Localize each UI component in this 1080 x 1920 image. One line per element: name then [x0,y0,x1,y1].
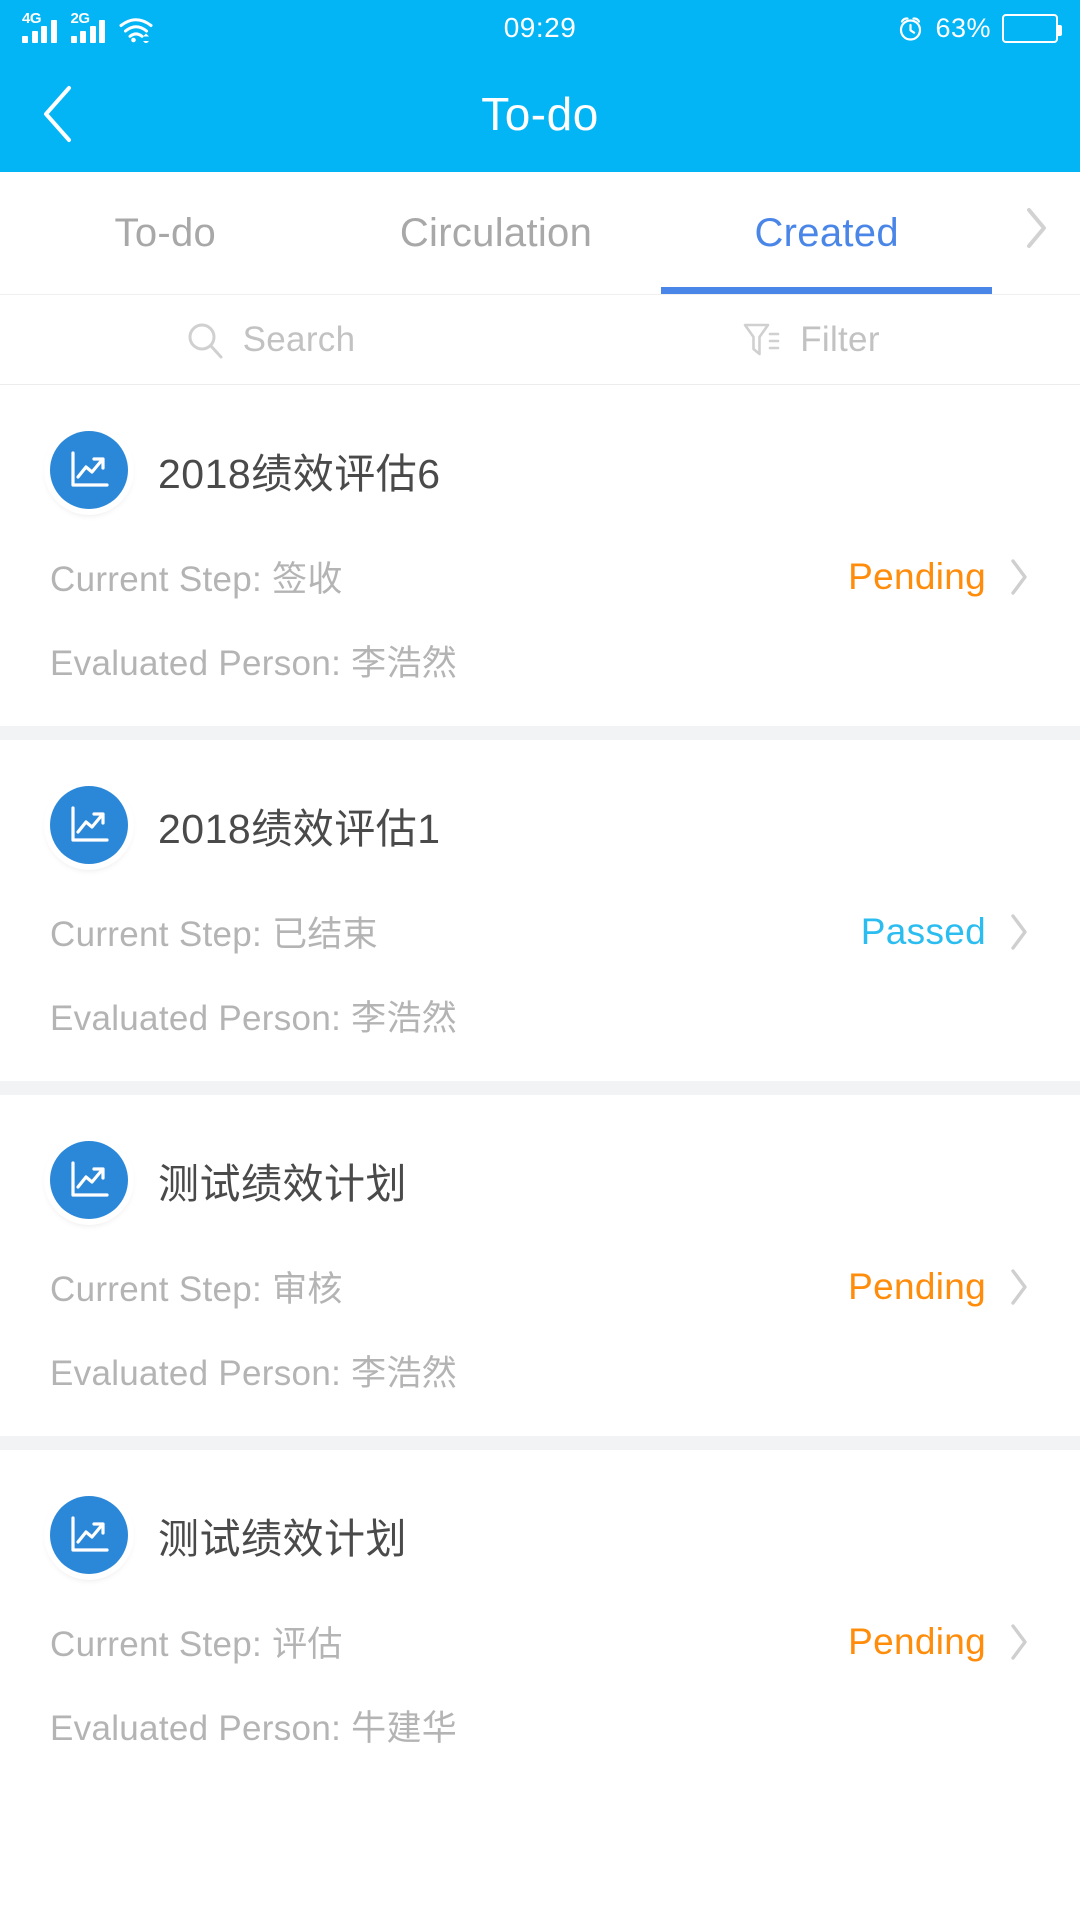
task-current-step-row: Current Step: 已结束 Passed [50,906,1030,957]
alarm-clock-icon [897,15,924,42]
task-evaluated-person: Evaluated Person: 李浩然 [50,1354,458,1393]
task-evaluated-person-row: Evaluated Person: 李浩然 [50,1345,1030,1396]
battery-percent-label: 63% [935,12,991,43]
chart-trend-icon [50,786,128,864]
task-title: 2018绩效评估6 [158,451,441,497]
tab-todo[interactable]: To-do [0,172,331,294]
filter-label: Filter [800,319,880,359]
chevron-right-icon [1008,557,1030,597]
status-badge: Pending [848,1620,986,1662]
task-status-group[interactable]: Pending [848,1266,1030,1308]
chevron-right-icon [1008,1622,1030,1662]
chart-trend-icon [50,1496,128,1574]
search-icon [185,320,225,360]
status-badge: Pending [848,555,986,597]
status-bar: 4G 2G 09:29 63% [0,0,1080,56]
battery-icon [1002,13,1062,43]
filter-button[interactable]: Filter [540,295,1080,384]
tab-circulation-label: Circulation [399,210,593,255]
status-badge: Pending [848,1265,986,1307]
task-current-step-row: Current Step: 审核 Pending [50,1261,1030,1312]
task-current-step: Current Step: 审核 [50,1270,343,1309]
task-title: 测试绩效计划 [158,1516,407,1562]
tab-circulation[interactable]: Circulation [331,172,662,294]
task-list[interactable]: 2018绩效评估6 Current Step: 签收 Pending Evalu… [0,385,1080,1791]
app-header: To-do [0,56,1080,172]
task-evaluated-person-row: Evaluated Person: 牛建华 [50,1700,1030,1751]
task-card-header: 2018绩效评估1 [50,786,1030,864]
task-status-group[interactable]: Pending [848,556,1030,598]
tabs-more-button[interactable] [992,172,1080,294]
task-card-1[interactable]: 2018绩效评估1 Current Step: 已结束 Passed Evalu… [0,740,1080,1081]
task-current-step: Current Step: 已结束 [50,915,378,954]
task-title: 测试绩效计划 [158,1161,407,1207]
task-card-2[interactable]: 测试绩效计划 Current Step: 审核 Pending Evaluate… [0,1095,1080,1436]
task-current-step-row: Current Step: 评估 Pending [50,1616,1030,1667]
task-status-group[interactable]: Passed [861,911,1030,953]
task-evaluated-person: Evaluated Person: 李浩然 [50,644,458,683]
chevron-right-icon [1021,205,1051,251]
task-current-step-row: Current Step: 签收 Pending [50,551,1030,602]
search-placeholder: Search [242,319,356,359]
tab-bar: To-do Circulation Created [0,172,1080,295]
task-card-3[interactable]: 测试绩效计划 Current Step: 评估 Pending Evaluate… [0,1450,1080,1791]
task-evaluated-person: Evaluated Person: 李浩然 [50,999,458,1038]
task-evaluated-person-row: Evaluated Person: 李浩然 [50,635,1030,686]
tab-created[interactable]: Created [661,172,992,294]
task-card-0[interactable]: 2018绩效评估6 Current Step: 签收 Pending Evalu… [0,385,1080,726]
filter-icon [740,319,782,361]
task-status-group[interactable]: Pending [848,1621,1030,1663]
chart-trend-icon [50,431,128,509]
task-title: 2018绩效评估1 [158,806,441,852]
task-evaluated-person-row: Evaluated Person: 李浩然 [50,990,1030,1041]
search-input[interactable]: Search [0,295,540,384]
task-card-header: 测试绩效计划 [50,1141,1030,1219]
task-evaluated-person: Evaluated Person: 牛建华 [50,1709,458,1748]
task-card-header: 测试绩效计划 [50,1496,1030,1574]
status-bar-right: 63% [897,12,1062,44]
tab-created-label: Created [754,210,899,255]
search-filter-bar: Search Filter [0,295,1080,385]
tab-todo-label: To-do [114,210,217,255]
task-current-step: Current Step: 评估 [50,1625,343,1664]
task-current-step: Current Step: 签收 [50,560,343,599]
chart-trend-icon [50,1141,128,1219]
task-card-header: 2018绩效评估6 [50,431,1030,509]
chevron-right-icon [1008,912,1030,952]
chevron-right-icon [1008,1267,1030,1307]
page-title: To-do [481,88,599,140]
status-badge: Passed [860,910,986,952]
